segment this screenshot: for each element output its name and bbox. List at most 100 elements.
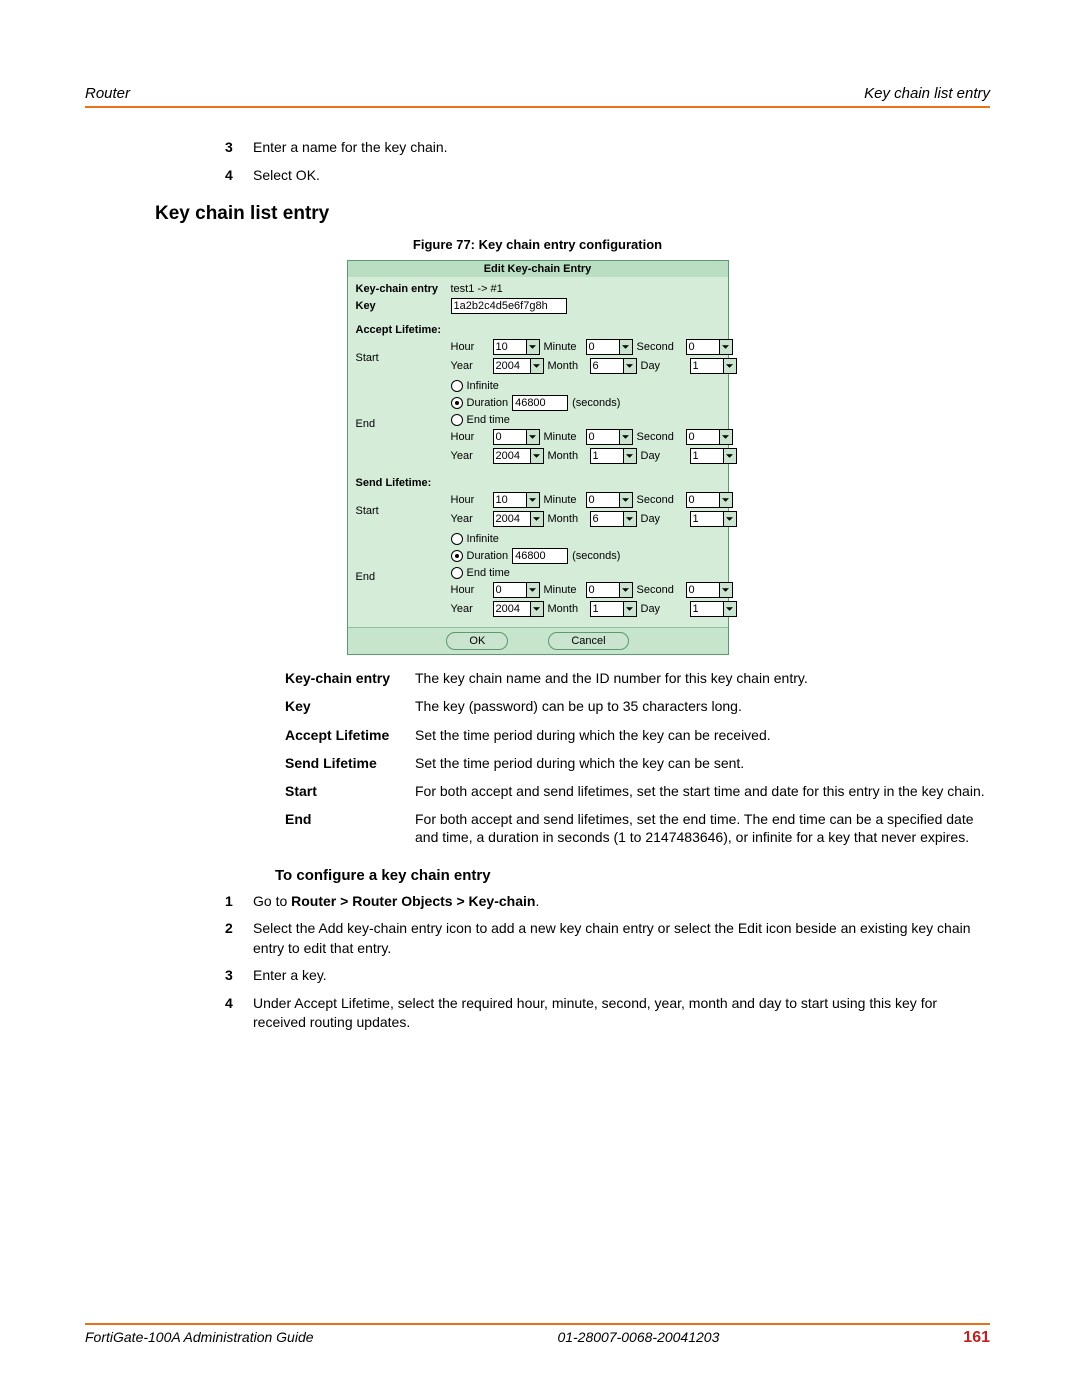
step-num: 4 — [225, 994, 253, 1033]
def-term: Start — [285, 782, 415, 800]
key-label: Key — [356, 300, 451, 312]
chevron-down-icon — [530, 449, 543, 463]
cancel-button[interactable]: Cancel — [548, 632, 628, 650]
minute-label: Minute — [544, 431, 582, 443]
accept-end-minute[interactable]: 0 — [586, 429, 633, 445]
year-label: Year — [451, 513, 489, 525]
second-label: Second — [637, 341, 682, 353]
page-number: 161 — [963, 1329, 990, 1347]
accept-duration-field[interactable] — [512, 395, 568, 411]
chevron-down-icon — [619, 340, 632, 354]
step-text: Go to Router > Router Objects > Key-chai… — [253, 892, 990, 912]
chevron-down-icon — [623, 359, 636, 373]
accept-end-duration-radio[interactable] — [451, 397, 463, 409]
def-term: End — [285, 810, 415, 846]
send-end-day[interactable]: 1 — [690, 601, 737, 617]
step-text: Enter a key. — [253, 966, 990, 986]
step-text: Select OK. — [253, 166, 990, 186]
send-start-hour[interactable]: 10 — [493, 492, 540, 508]
send-duration-field[interactable] — [512, 548, 568, 564]
def-desc: For both accept and send lifetimes, set … — [415, 782, 990, 800]
send-end-month[interactable]: 1 — [590, 601, 637, 617]
def-term: Key — [285, 697, 415, 715]
accept-end-day[interactable]: 1 — [690, 448, 737, 464]
year-label: Year — [451, 450, 489, 462]
endtime-label: End time — [467, 414, 510, 426]
second-label: Second — [637, 584, 682, 596]
chevron-down-icon — [619, 430, 632, 444]
accept-start-day[interactable]: 1 — [690, 358, 737, 374]
chevron-down-icon — [719, 583, 732, 597]
keychain-entry-label: Key-chain entry — [356, 283, 451, 295]
send-end-infinite-radio[interactable] — [451, 533, 463, 545]
step-num: 3 — [225, 138, 253, 158]
accept-end-year[interactable]: 2004 — [493, 448, 544, 464]
accept-start-second[interactable]: 0 — [686, 339, 733, 355]
chevron-down-icon — [723, 449, 736, 463]
accept-start-year[interactable]: 2004 — [493, 358, 544, 374]
send-end-year[interactable]: 2004 — [493, 601, 544, 617]
step-text: Enter a name for the key chain. — [253, 138, 990, 158]
definitions-table: Key-chain entryThe key chain name and th… — [285, 669, 990, 846]
send-end-second[interactable]: 0 — [686, 582, 733, 598]
def-term: Accept Lifetime — [285, 726, 415, 744]
month-label: Month — [548, 603, 586, 615]
duration-suffix: (seconds) — [572, 397, 620, 409]
send-start-day[interactable]: 1 — [690, 511, 737, 527]
chevron-down-icon — [719, 340, 732, 354]
send-start-year[interactable]: 2004 — [493, 511, 544, 527]
accept-end-label: End — [356, 418, 451, 430]
send-start-label: Start — [356, 505, 451, 517]
minute-label: Minute — [544, 494, 582, 506]
send-start-month[interactable]: 6 — [590, 511, 637, 527]
send-end-duration-radio[interactable] — [451, 550, 463, 562]
ok-button[interactable]: OK — [446, 632, 508, 650]
footer-docid: 01-28007-0068-20041203 — [557, 1329, 719, 1347]
keychain-entry-value: test1 -> #1 — [451, 283, 503, 295]
send-end-hour[interactable]: 0 — [493, 582, 540, 598]
chevron-down-icon — [530, 512, 543, 526]
minute-label: Minute — [544, 584, 582, 596]
send-end-label: End — [356, 571, 451, 583]
accept-end-month[interactable]: 1 — [590, 448, 637, 464]
chevron-down-icon — [526, 340, 539, 354]
key-field[interactable] — [451, 298, 567, 314]
def-desc: The key (password) can be up to 35 chara… — [415, 697, 990, 715]
accept-start-minute[interactable]: 0 — [586, 339, 633, 355]
hour-label: Hour — [451, 494, 489, 506]
month-label: Month — [548, 360, 586, 372]
step-num: 1 — [225, 892, 253, 912]
send-lifetime-label: Send Lifetime: — [356, 477, 451, 489]
send-start-minute[interactable]: 0 — [586, 492, 633, 508]
def-desc: For both accept and send lifetimes, set … — [415, 810, 990, 846]
accept-lifetime-label: Accept Lifetime: — [356, 324, 451, 336]
day-label: Day — [641, 360, 686, 372]
accept-start-hour[interactable]: 10 — [493, 339, 540, 355]
day-label: Day — [641, 603, 686, 615]
accept-end-second[interactable]: 0 — [686, 429, 733, 445]
intro-steps: 3Enter a name for the key chain. 4Select… — [225, 138, 990, 185]
step-text: Select the Add key-chain entry icon to a… — [253, 919, 990, 958]
accept-start-month[interactable]: 6 — [590, 358, 637, 374]
send-end-endtime-radio[interactable] — [451, 567, 463, 579]
chevron-down-icon — [719, 493, 732, 507]
dialog-title: Edit Key-chain Entry — [348, 261, 728, 277]
infinite-label: Infinite — [467, 380, 499, 392]
accept-end-hour[interactable]: 0 — [493, 429, 540, 445]
accept-end-endtime-radio[interactable] — [451, 414, 463, 426]
chevron-down-icon — [526, 583, 539, 597]
accept-end-infinite-radio[interactable] — [451, 380, 463, 392]
header-left: Router — [85, 85, 130, 102]
year-label: Year — [451, 603, 489, 615]
chevron-down-icon — [623, 512, 636, 526]
second-label: Second — [637, 494, 682, 506]
figure-caption: Figure 77: Key chain entry configuration — [85, 237, 990, 252]
def-desc: Set the time period during which the key… — [415, 754, 990, 772]
hour-label: Hour — [451, 584, 489, 596]
month-label: Month — [548, 450, 586, 462]
month-label: Month — [548, 513, 586, 525]
endtime-label: End time — [467, 567, 510, 579]
second-label: Second — [637, 431, 682, 443]
send-end-minute[interactable]: 0 — [586, 582, 633, 598]
send-start-second[interactable]: 0 — [686, 492, 733, 508]
